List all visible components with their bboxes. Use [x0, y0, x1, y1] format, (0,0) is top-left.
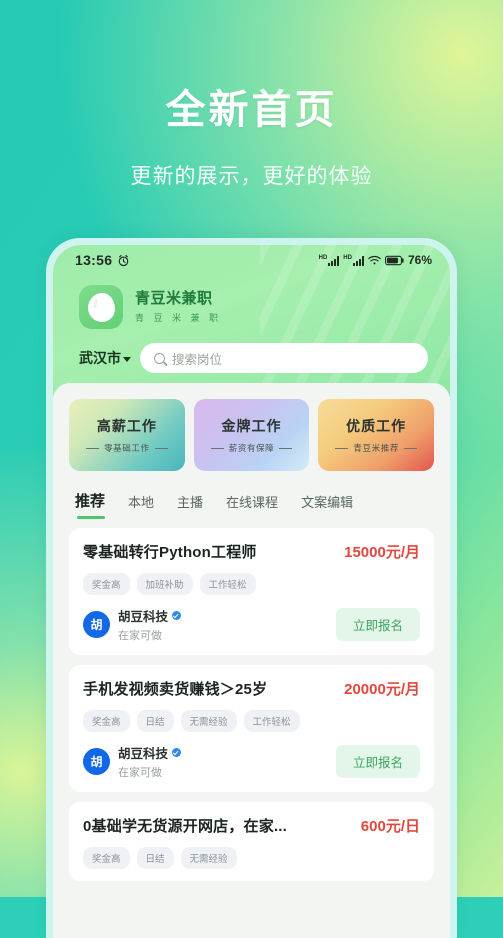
job-tag: 无需经验 — [181, 710, 237, 732]
job-tag: 日结 — [137, 847, 174, 869]
app-name: 青豆米兼职 — [135, 290, 222, 309]
promo-card-title: 金牌工作 — [222, 416, 282, 436]
status-bar-left: 13:56 — [75, 252, 130, 268]
tab-online-course[interactable]: 在线课程 — [226, 492, 278, 520]
apply-button[interactable]: 立即报名 — [336, 608, 420, 641]
status-bar-right: HD HD — [319, 253, 432, 267]
promo-subtitle: 更新的展示，更好的体验 — [0, 160, 503, 190]
job-location: 在家可做 — [118, 627, 181, 643]
job-tags: 奖金高 日结 无需经验 — [83, 847, 420, 869]
hd-label-2: HD — [343, 255, 352, 261]
battery-percent: 76% — [408, 253, 432, 267]
app-name-block: 青豆米兼职 青 豆 米 兼 职 — [135, 290, 222, 325]
signal-icon-2: HD — [343, 255, 364, 266]
app-identity: 青豆米兼职 青 豆 米 兼 职 — [53, 275, 450, 329]
verified-badge-icon — [172, 611, 181, 620]
search-input[interactable]: 搜索岗位 — [140, 343, 428, 373]
job-tags: 奖金高 加班补助 工作轻松 — [83, 573, 420, 595]
company-text: 胡豆科技 在家可做 — [118, 743, 181, 780]
avatar: 胡 — [83, 611, 110, 638]
job-tag: 工作轻松 — [244, 710, 300, 732]
phone-screen: 13:56 HD HD — [53, 245, 450, 938]
promo-card-high-salary[interactable]: 高薪工作 零基础工作 — [69, 399, 185, 471]
job-title: 零基础转行Python工程师 — [83, 541, 257, 562]
job-pay: 20000元/月 — [344, 678, 420, 699]
job-tag: 加班补助 — [137, 573, 193, 595]
company-info: 胡 胡豆科技 在家可做 — [83, 743, 181, 780]
job-list: 零基础转行Python工程师 15000元/月 奖金高 加班补助 工作轻松 胡 — [69, 528, 434, 881]
apply-button[interactable]: 立即报名 — [336, 745, 420, 778]
job-location: 在家可做 — [118, 764, 181, 780]
company-text: 胡豆科技 在家可做 — [118, 606, 181, 643]
phone-frame: 13:56 HD HD — [46, 238, 457, 938]
app-header: 13:56 HD HD — [53, 245, 450, 397]
city-label: 武汉市 — [79, 348, 121, 368]
promo-card-title: 优质工作 — [346, 416, 406, 436]
battery-icon — [385, 255, 404, 266]
company-name-row: 胡豆科技 — [118, 606, 181, 625]
job-tag: 日结 — [137, 710, 174, 732]
promo-card-row: 高薪工作 零基础工作 金牌工作 薪资有保障 优质工作 青豆米推荐 — [69, 399, 434, 471]
tab-local[interactable]: 本地 — [128, 492, 154, 520]
job-tag: 工作轻松 — [200, 573, 256, 595]
tab-anchor[interactable]: 主播 — [177, 492, 203, 520]
signal-icon-1: HD — [319, 255, 340, 266]
promo-title: 全新首页 — [0, 88, 503, 132]
job-tags: 奖金高 日结 无需经验 工作轻松 — [83, 710, 420, 732]
job-pay: 600元/日 — [361, 815, 420, 836]
chevron-down-icon — [123, 357, 131, 362]
job-pay: 15000元/月 — [344, 541, 420, 562]
job-card[interactable]: 手机发视频卖货赚钱＞25岁 20000元/月 奖金高 日结 无需经验 工作轻松 … — [69, 665, 434, 792]
hd-label-1: HD — [319, 255, 328, 261]
status-bar: 13:56 HD HD — [53, 245, 450, 275]
bean-logo-icon — [79, 285, 123, 329]
search-row: 武汉市 搜索岗位 — [53, 329, 450, 373]
promo-card-subtitle: 薪资有保障 — [211, 442, 293, 454]
company-info: 胡 胡豆科技 在家可做 — [83, 606, 181, 643]
job-tag: 奖金高 — [83, 847, 130, 869]
company-name: 胡豆科技 — [118, 743, 168, 762]
promo-card-title: 高薪工作 — [97, 416, 157, 436]
job-card-header: 0基础学无货源开网店，在家... 600元/日 — [83, 815, 420, 836]
job-card[interactable]: 0基础学无货源开网店，在家... 600元/日 奖金高 日结 无需经验 — [69, 802, 434, 881]
company-name: 胡豆科技 — [118, 606, 168, 625]
category-tabs: 推荐 本地 主播 在线课程 文案编辑 — [69, 471, 434, 520]
promo-card-gold[interactable]: 金牌工作 薪资有保障 — [194, 399, 310, 471]
promo-text-block: 全新首页 更新的展示，更好的体验 — [0, 88, 503, 190]
job-tag: 无需经验 — [181, 847, 237, 869]
status-time: 13:56 — [75, 252, 112, 268]
verified-badge-icon — [172, 748, 181, 757]
avatar: 胡 — [83, 748, 110, 775]
job-card-header: 手机发视频卖货赚钱＞25岁 20000元/月 — [83, 678, 420, 699]
job-tag: 奖金高 — [83, 573, 130, 595]
job-tag: 奖金高 — [83, 710, 130, 732]
app-name-spaced: 青 豆 米 兼 职 — [135, 311, 222, 324]
alarm-clock-icon — [117, 254, 130, 267]
promo-card-quality[interactable]: 优质工作 青豆米推荐 — [318, 399, 434, 471]
job-card-header: 零基础转行Python工程师 15000元/月 — [83, 541, 420, 562]
tab-recommended[interactable]: 推荐 — [75, 490, 105, 520]
city-selector[interactable]: 武汉市 — [79, 348, 131, 368]
search-placeholder: 搜索岗位 — [172, 349, 222, 368]
job-title: 手机发视频卖货赚钱＞25岁 — [83, 678, 267, 699]
job-card[interactable]: 零基础转行Python工程师 15000元/月 奖金高 加班补助 工作轻松 胡 — [69, 528, 434, 655]
company-name-row: 胡豆科技 — [118, 743, 181, 762]
tab-copywriting[interactable]: 文案编辑 — [301, 492, 353, 520]
home-content: 高薪工作 零基础工作 金牌工作 薪资有保障 优质工作 青豆米推荐 推荐 本地 主… — [53, 383, 450, 938]
wifi-icon — [368, 255, 381, 266]
promo-card-subtitle: 青豆米推荐 — [335, 442, 417, 454]
job-card-footer: 胡 胡豆科技 在家可做 立即报名 — [83, 606, 420, 643]
search-icon — [154, 353, 165, 364]
job-card-footer: 胡 胡豆科技 在家可做 立即报名 — [83, 743, 420, 780]
job-title: 0基础学无货源开网店，在家... — [83, 815, 287, 836]
promo-card-subtitle: 零基础工作 — [86, 442, 168, 454]
